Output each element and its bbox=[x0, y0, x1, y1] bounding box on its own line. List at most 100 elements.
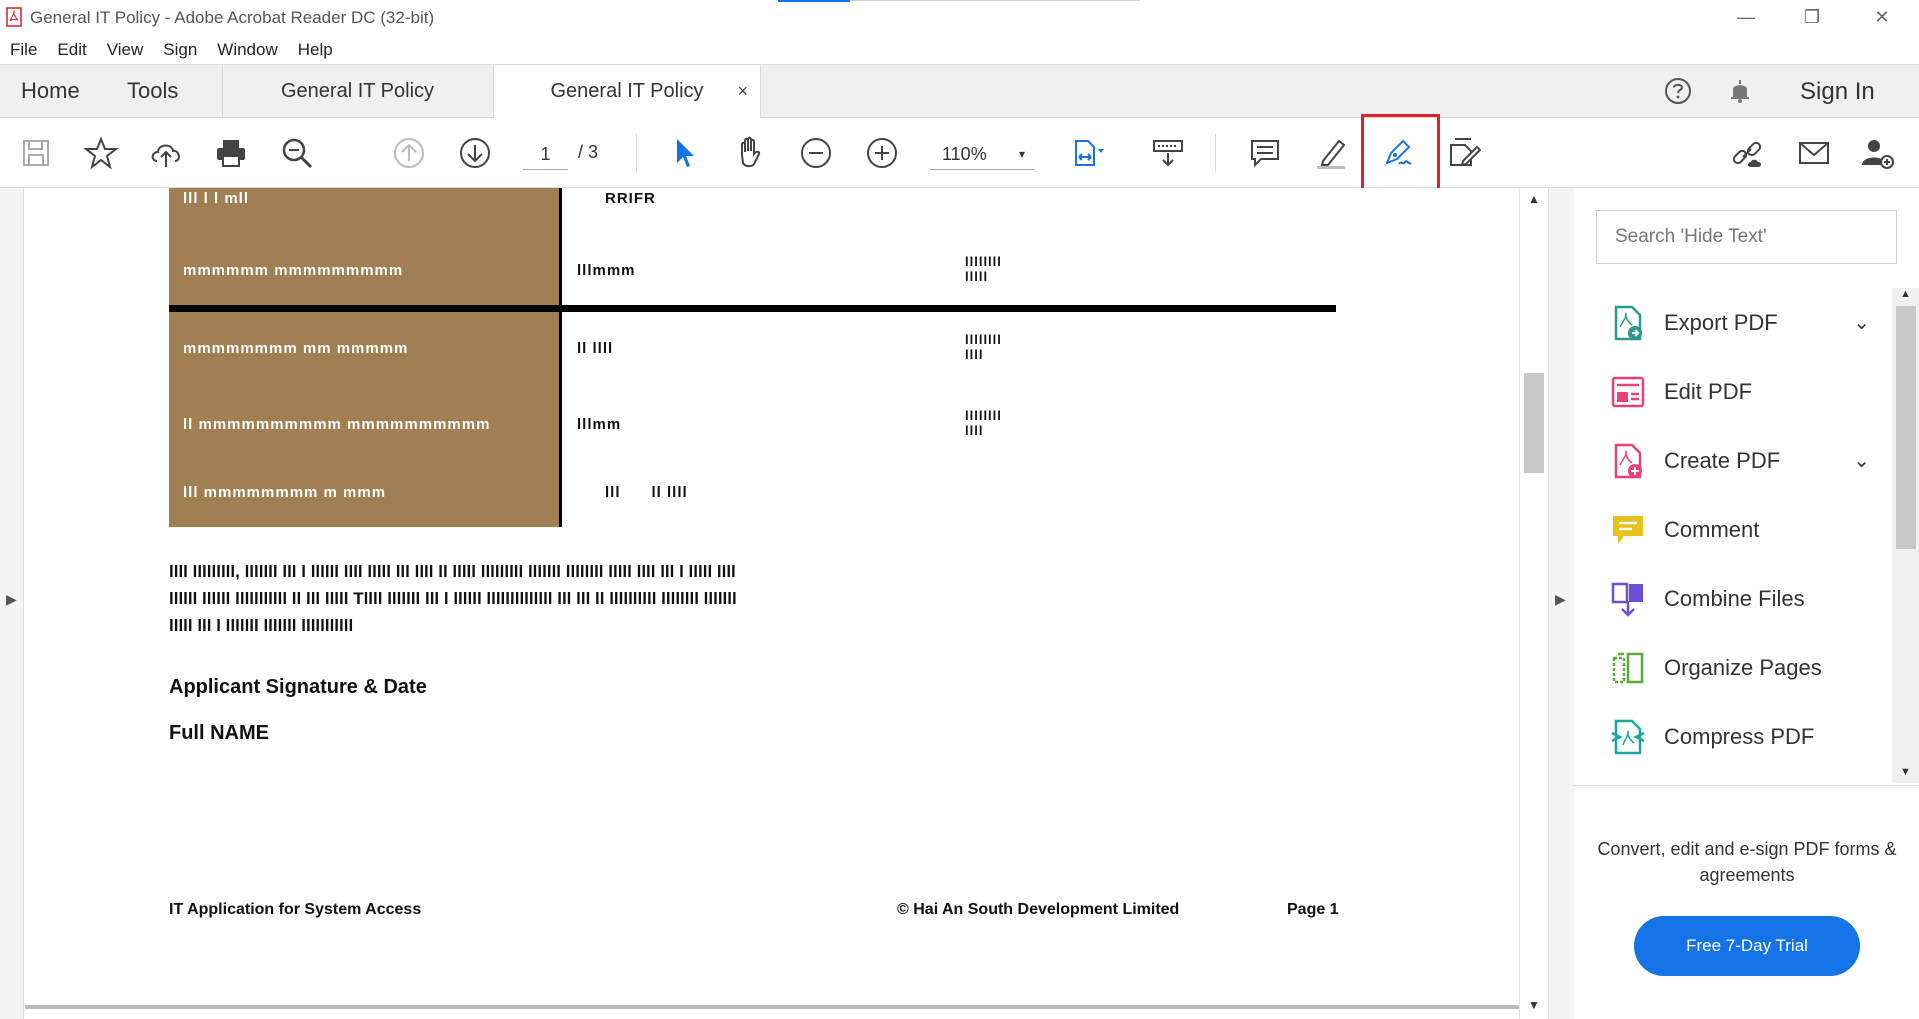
previous-page-button[interactable] bbox=[389, 133, 429, 173]
next-page-button[interactable] bbox=[455, 133, 495, 173]
compress-pdf-icon bbox=[1611, 719, 1645, 754]
toolbar: 1 / 3 110% ▾ bbox=[0, 118, 1919, 188]
expand-left-icon: ▶ bbox=[6, 591, 17, 607]
tool-comment[interactable]: Comment bbox=[1574, 495, 1894, 564]
scroll-up-icon[interactable]: ▲ bbox=[1528, 192, 1540, 206]
menu-file[interactable]: File bbox=[0, 40, 47, 60]
table-cell: llllllll llll bbox=[965, 332, 1002, 362]
highlight-button[interactable] bbox=[1311, 133, 1351, 173]
table-cell: RRIFR bbox=[605, 190, 656, 207]
title-bar: General IT Policy - Adobe Acrobat Reader… bbox=[0, 0, 1919, 36]
add-comment-button[interactable] bbox=[1245, 133, 1285, 173]
menu-edit[interactable]: Edit bbox=[47, 40, 96, 60]
tools-list: Export PDF ⌄ Edit PDF Create PDF ⌄ Comme… bbox=[1574, 288, 1894, 771]
tab-close-button[interactable]: × bbox=[737, 65, 748, 117]
tool-combine-files[interactable]: Combine Files bbox=[1574, 564, 1894, 633]
help-icon[interactable] bbox=[1663, 76, 1693, 106]
nav-home[interactable]: Home bbox=[21, 65, 80, 117]
scroll-up-icon[interactable]: ▲ bbox=[1900, 288, 1911, 300]
tool-compress-pdf[interactable]: Compress PDF bbox=[1574, 702, 1894, 771]
table-horizontal-rule bbox=[169, 305, 1336, 312]
envelope-icon bbox=[1799, 142, 1829, 164]
keyboard-scroll-icon bbox=[1153, 140, 1183, 167]
table-cell: ll llll bbox=[577, 340, 614, 357]
scroll-down-icon[interactable]: ▼ bbox=[1900, 766, 1911, 778]
share-link-button[interactable] bbox=[1727, 133, 1767, 173]
scroll-down-icon[interactable]: ▼ bbox=[1528, 998, 1540, 1012]
collapse-pane-icon[interactable]: ▶ bbox=[1555, 591, 1566, 608]
email-button[interactable] bbox=[1794, 133, 1834, 173]
page-fit-button[interactable] bbox=[1066, 133, 1106, 173]
table-cell: lllmmm bbox=[577, 262, 636, 279]
edit-pdf-icon bbox=[1611, 376, 1645, 407]
more-tools-button[interactable] bbox=[1443, 133, 1483, 173]
toolbar-separator bbox=[636, 134, 637, 172]
combine-files-icon bbox=[1611, 582, 1643, 617]
tab-label: General IT Policy bbox=[280, 80, 435, 102]
document-vertical-scrollbar[interactable]: ▲ ▼ bbox=[1519, 188, 1547, 1019]
notifications-bell-icon[interactable] bbox=[1725, 76, 1755, 106]
scroll-mode-button[interactable] bbox=[1148, 133, 1188, 173]
chevron-down-icon[interactable]: ⌄ bbox=[1853, 310, 1870, 335]
hand-tool-button[interactable] bbox=[730, 133, 770, 173]
footer-center: © Hai An South Development Limited bbox=[897, 901, 1180, 918]
tool-export-pdf[interactable]: Export PDF ⌄ bbox=[1574, 288, 1894, 357]
menu-view[interactable]: View bbox=[97, 40, 154, 60]
nav-tools[interactable]: Tools bbox=[127, 65, 178, 117]
select-tool-button[interactable] bbox=[664, 133, 704, 173]
tool-create-pdf[interactable]: Create PDF ⌄ bbox=[1574, 426, 1894, 495]
loading-progress bbox=[778, 0, 850, 2]
printer-icon bbox=[217, 140, 245, 167]
zoom-in-button[interactable] bbox=[862, 133, 902, 173]
table-cell: lll l l mll bbox=[183, 190, 250, 207]
find-button[interactable] bbox=[277, 133, 317, 173]
add-user-icon bbox=[1862, 140, 1894, 169]
chevron-down-icon: ▾ bbox=[1018, 147, 1025, 161]
menu-window[interactable]: Window bbox=[207, 40, 287, 60]
footer-page-number: Page 1 bbox=[1287, 901, 1339, 918]
chevron-down-icon[interactable]: ⌄ bbox=[1853, 448, 1870, 473]
acrobat-window: General IT Policy - Adobe Acrobat Reader… bbox=[0, 0, 1919, 1019]
sign-in-button[interactable]: Sign In bbox=[1800, 78, 1875, 106]
name-line: Full NAME bbox=[169, 722, 269, 744]
tools-scrollbar[interactable]: ▲ ▼ bbox=[1892, 288, 1919, 783]
bookmark-star-button[interactable] bbox=[81, 133, 121, 173]
tab-document-1[interactable]: General IT Policy bbox=[222, 65, 492, 118]
page-number-input[interactable]: 1 bbox=[523, 138, 568, 170]
upload-cloud-button[interactable] bbox=[146, 133, 186, 173]
window-title: General IT Policy - Adobe Acrobat Reader… bbox=[30, 8, 435, 27]
document-page[interactable]: lll l l mll mmmmmm mmmmmmmmm mmmmmmmm mm… bbox=[25, 188, 1519, 1009]
scrollbar-thumb[interactable] bbox=[1524, 373, 1544, 473]
free-trial-button[interactable]: Free 7-Day Trial bbox=[1634, 916, 1860, 976]
tool-label: Organize Pages bbox=[1664, 654, 1822, 680]
tool-label: Compress PDF bbox=[1664, 723, 1815, 749]
restore-button[interactable]: ❐ bbox=[1782, 0, 1842, 34]
comment-icon bbox=[1613, 515, 1643, 544]
zoom-out-button[interactable] bbox=[796, 133, 836, 173]
save-button[interactable] bbox=[16, 133, 56, 173]
menu-help[interactable]: Help bbox=[288, 40, 343, 60]
toolbar-separator bbox=[1215, 134, 1216, 172]
tools-search-input[interactable]: Search 'Hide Text' bbox=[1596, 210, 1897, 264]
page-total: / 3 bbox=[578, 142, 599, 162]
edit-document-icon bbox=[1450, 138, 1481, 167]
organize-pages-icon bbox=[1612, 652, 1644, 683]
tool-label: Combine Files bbox=[1664, 585, 1805, 611]
hand-icon bbox=[741, 136, 761, 168]
horizontal-scrollbar[interactable] bbox=[25, 1005, 1519, 1009]
tool-organize-pages[interactable]: Organize Pages bbox=[1574, 633, 1894, 702]
comment-icon bbox=[1251, 140, 1279, 168]
tab-document-2[interactable]: General IT Policy × bbox=[493, 65, 761, 119]
add-person-button[interactable] bbox=[1857, 133, 1897, 173]
menu-sign[interactable]: Sign bbox=[153, 40, 207, 60]
print-button[interactable] bbox=[211, 133, 251, 173]
close-window-button[interactable]: ✕ bbox=[1852, 0, 1912, 34]
minimize-button[interactable]: — bbox=[1716, 0, 1776, 34]
left-pane-toggle[interactable]: ▶ bbox=[0, 188, 24, 1019]
link-cloud-icon bbox=[1732, 141, 1762, 167]
zoom-level-dropdown[interactable]: 110% ▾ bbox=[930, 138, 1035, 170]
tool-edit-pdf[interactable]: Edit PDF bbox=[1574, 357, 1894, 426]
paragraph-line: llllll llllll lllllllllll ll lll lllll T… bbox=[169, 589, 737, 608]
scrollbar-thumb[interactable] bbox=[1896, 306, 1916, 549]
menu-bar: File Edit View Sign Window Help bbox=[0, 36, 1919, 64]
